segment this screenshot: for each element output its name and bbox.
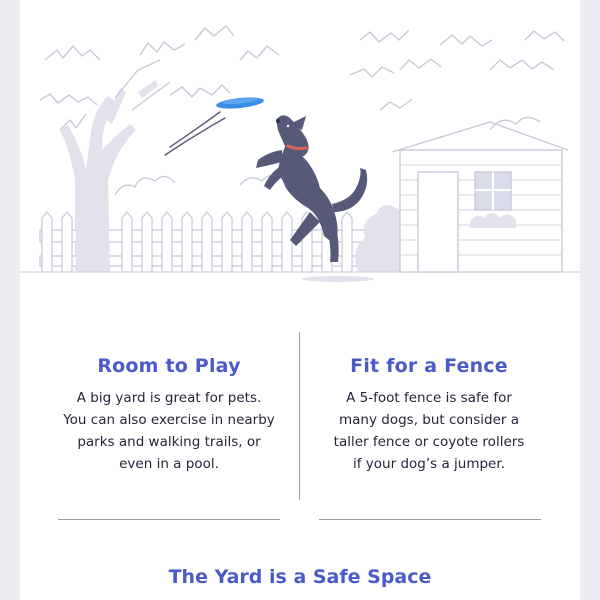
room-to-play-section: Room to Play A big yard is great for pet… [39, 355, 299, 475]
fit-for-fence-heading: Fit for a Fence [350, 355, 508, 377]
fit-for-fence-text: A 5-foot fence is safe for many dogs, bu… [299, 387, 559, 475]
left-divider-line [58, 519, 280, 520]
content-card: Room to Play A big yard is great for pet… [20, 0, 580, 600]
text-line: A big yard is great for pets. [76, 390, 262, 406]
fit-for-fence-section: Fit for a Fence A 5-foot fence is safe f… [299, 355, 559, 475]
right-divider-line [319, 519, 541, 520]
room-to-play-text: A big yard is great for pets. You can al… [39, 387, 299, 475]
room-to-play-heading: Room to Play [97, 355, 241, 377]
text-line: You can also exercise in nearby [63, 412, 275, 428]
section-title: The Yard is a Safe Space [168, 566, 432, 588]
text-line: parks and walking trails, or [77, 434, 261, 450]
text-line: A 5-foot fence is safe for [346, 390, 512, 406]
dog-catching-frisbee-illustration [20, 25, 580, 282]
text-line: taller fence or coyote rollers [333, 434, 525, 450]
text-line: many dogs, but consider a [339, 412, 519, 428]
text-line: even in a pool. [119, 456, 219, 472]
text-line: if your dog’s a jumper. [353, 456, 505, 472]
